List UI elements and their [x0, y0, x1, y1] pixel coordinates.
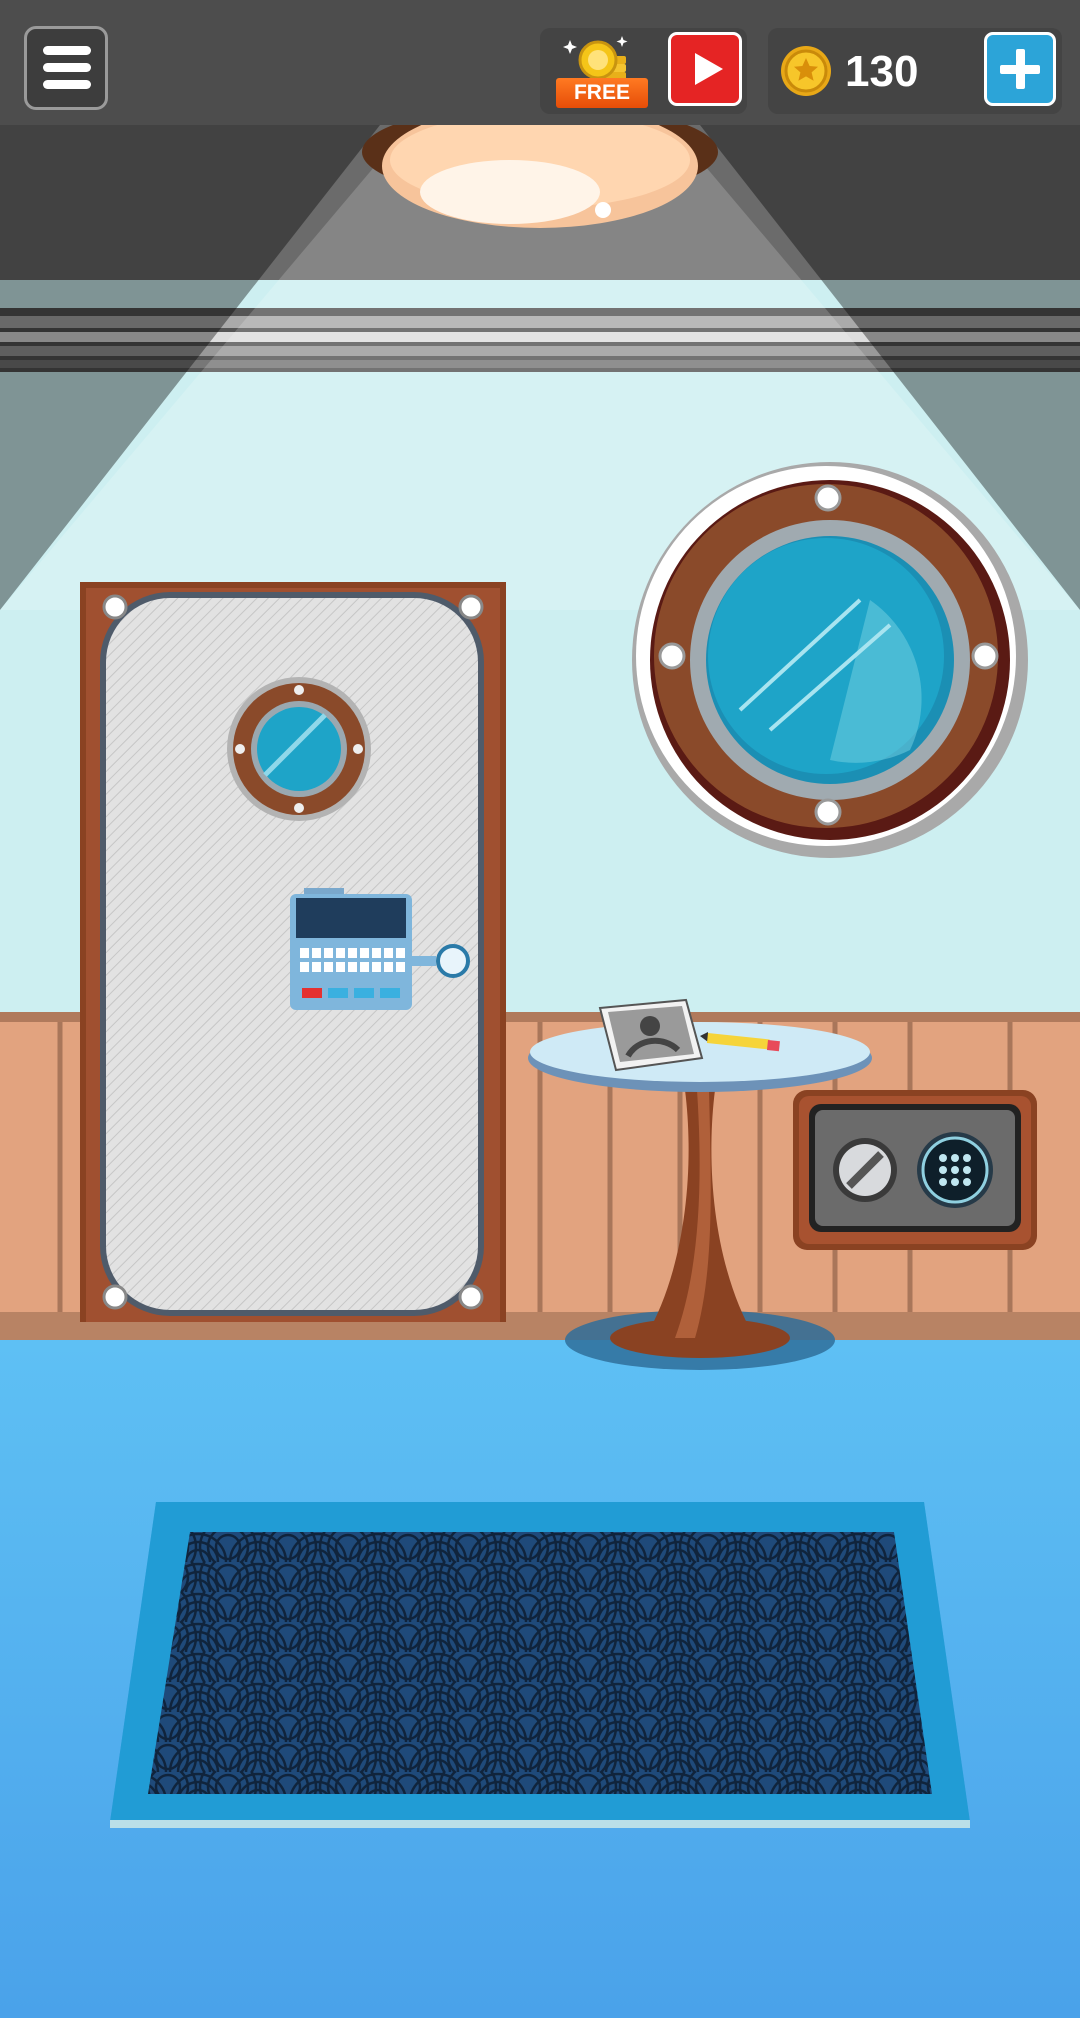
- wall-porthole[interactable]: [630, 460, 1030, 860]
- photo[interactable]: [598, 998, 704, 1072]
- coin-reward-icon: [563, 36, 628, 80]
- play-video-icon: [695, 53, 723, 85]
- door-keypad[interactable]: [290, 888, 470, 1018]
- free-label: FREE: [556, 78, 648, 108]
- pencil[interactable]: [698, 1030, 784, 1054]
- add-coins-button[interactable]: [984, 32, 1056, 106]
- gold-coin-icon: [781, 46, 831, 96]
- coin-count: 130: [845, 47, 919, 96]
- watch-video-button[interactable]: [668, 32, 742, 106]
- wall-rail: [0, 308, 1080, 372]
- menu-button[interactable]: [24, 26, 108, 110]
- floor-rug[interactable]: [108, 1502, 972, 1832]
- door-porthole: [227, 677, 371, 821]
- plus-icon: [1000, 49, 1040, 89]
- free-coins-badge[interactable]: FREE: [556, 34, 648, 110]
- wall-safe[interactable]: [793, 1090, 1037, 1250]
